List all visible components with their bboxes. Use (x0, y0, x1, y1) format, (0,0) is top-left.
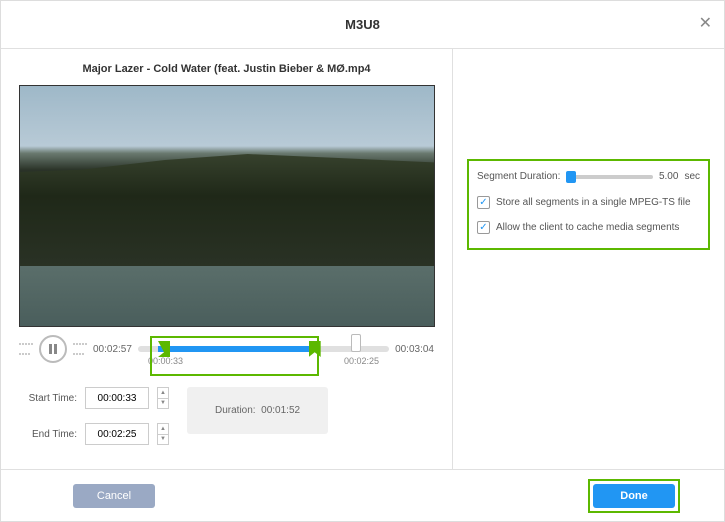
drag-handle-icon[interactable] (19, 339, 33, 359)
chevron-up-icon: ▲ (158, 424, 168, 435)
dialog-footer: Cancel Done (1, 469, 724, 521)
segment-duration-unit: sec (684, 171, 700, 182)
checkbox-icon[interactable]: ✓ (477, 196, 490, 209)
option-single-file-label: Store all segments in a single MPEG-TS f… (496, 197, 691, 208)
video-title: Major Lazer - Cold Water (feat. Justin B… (19, 63, 434, 75)
segment-duration-label: Segment Duration: (477, 171, 560, 182)
slider-thumb[interactable] (566, 171, 576, 183)
close-icon[interactable]: ✕ (699, 13, 712, 33)
cancel-button[interactable]: Cancel (73, 484, 155, 508)
option-cache[interactable]: ✓ Allow the client to cache media segmen… (477, 221, 700, 234)
range-end-label: 00:02:25 (344, 356, 379, 366)
start-time-stepper[interactable]: ▲▼ (157, 387, 169, 409)
time-controls: Start Time: ▲▼ End Time: ▲▼ Duration: 00… (19, 387, 434, 445)
chevron-up-icon: ▲ (158, 388, 168, 399)
segment-duration-slider[interactable] (566, 175, 653, 179)
left-panel: Major Lazer - Cold Water (feat. Justin B… (1, 49, 453, 469)
range-start-label: 00:00:33 (148, 356, 183, 366)
segment-duration-value: 5.00 (659, 171, 678, 182)
pause-button[interactable] (39, 335, 67, 363)
right-panel: Segment Duration: 5.00 sec ✓ Store all s… (453, 49, 724, 469)
start-time-input[interactable] (85, 387, 149, 409)
segment-duration-row: Segment Duration: 5.00 sec (477, 171, 700, 182)
dialog-header: M3U8 ✕ (1, 1, 724, 49)
playhead-handle[interactable] (351, 334, 361, 352)
chevron-down-icon: ▼ (158, 435, 168, 445)
end-time-stepper[interactable]: ▲▼ (157, 423, 169, 445)
highlight-box: Done (588, 479, 680, 513)
duration-display: Duration: 00:01:52 (187, 387, 328, 434)
done-button[interactable]: Done (593, 484, 675, 508)
option-single-file[interactable]: ✓ Store all segments in a single MPEG-TS… (477, 196, 700, 209)
option-cache-label: Allow the client to cache media segments (496, 222, 679, 233)
content-area: Major Lazer - Cold Water (feat. Justin B… (1, 49, 724, 469)
end-time-label: End Time: (19, 429, 77, 440)
chevron-down-icon: ▼ (158, 399, 168, 409)
drag-handle-icon[interactable] (73, 339, 87, 359)
end-time-input[interactable] (85, 423, 149, 445)
end-time-field: End Time: ▲▼ (19, 423, 169, 445)
total-time: 00:03:04 (395, 344, 434, 355)
video-preview[interactable] (19, 85, 435, 327)
playback-controls: 00:02:57 00:00:33 00:02:25 00:03:04 (19, 335, 434, 363)
checkbox-icon[interactable]: ✓ (477, 221, 490, 234)
start-time-label: Start Time: (19, 393, 77, 404)
trim-slider[interactable]: 00:00:33 00:02:25 (138, 336, 389, 362)
settings-box: Segment Duration: 5.00 sec ✓ Store all s… (467, 159, 710, 250)
trim-end-handle[interactable] (309, 341, 321, 357)
start-time-field: Start Time: ▲▼ (19, 387, 169, 409)
current-time: 00:02:57 (93, 344, 132, 355)
dialog-title: M3U8 (345, 17, 380, 32)
